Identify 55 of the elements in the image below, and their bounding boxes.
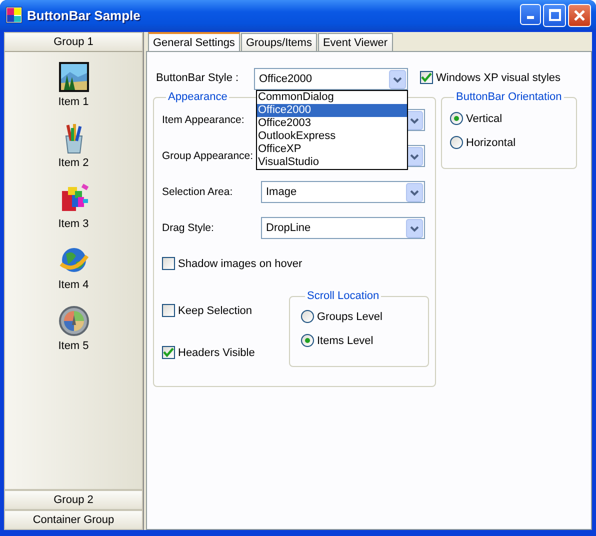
radio-label[interactable]: Groups Level <box>317 310 382 322</box>
group-header[interactable]: Group 1 <box>4 32 143 52</box>
checkbox-label[interactable]: Windows XP visual styles <box>436 72 561 84</box>
radio-label[interactable]: Vertical <box>466 112 502 124</box>
item-label[interactable]: Item 4 <box>58 279 89 291</box>
dropdown-field[interactable]: DropLine <box>261 217 425 239</box>
list-option[interactable]: OutlookExpress <box>257 130 407 143</box>
checkbox-label[interactable]: Keep Selection <box>178 304 252 316</box>
list-option[interactable]: CommonDialog <box>257 91 407 104</box>
field-label: Group Appearance: <box>162 150 254 162</box>
close-button[interactable] <box>568 4 591 26</box>
tab[interactable]: Event Viewer <box>318 33 393 51</box>
dropdown-field[interactable]: Image <box>261 181 425 203</box>
maximize-icon <box>548 9 560 21</box>
list-option[interactable]: Office2000 <box>257 104 407 117</box>
checkmark-icon <box>421 72 432 83</box>
list-option[interactable]: OfficeXP <box>257 143 407 156</box>
app-icon <box>6 7 22 23</box>
checkbox[interactable] <box>162 346 175 359</box>
radio-label[interactable]: Items Level <box>317 334 374 346</box>
checkbox[interactable] <box>162 257 175 270</box>
radio-button[interactable] <box>301 310 314 323</box>
checkbox[interactable] <box>420 71 433 84</box>
group-title: Appearance <box>167 91 228 103</box>
tab[interactable]: General Settings <box>148 32 240 51</box>
item-label[interactable]: Item 5 <box>58 340 89 352</box>
field-label: Drag Style: <box>162 222 215 234</box>
checkbox-label[interactable]: Shadow images on hover <box>178 258 302 270</box>
minimize-button[interactable] <box>520 4 541 24</box>
group-header[interactable]: Group 2 <box>4 490 143 510</box>
checkbox-label[interactable]: Headers Visible <box>178 346 255 358</box>
group-title: ButtonBar Orientation <box>455 91 563 103</box>
landscape-icon[interactable] <box>58 61 90 93</box>
group-title: Scroll Location <box>306 290 380 302</box>
item-label[interactable]: Item 2 <box>58 157 89 169</box>
field-label: Selection Area: <box>162 186 234 198</box>
checkmark-icon <box>163 347 174 358</box>
maximize-button[interactable] <box>543 4 566 26</box>
item-label[interactable]: Item 3 <box>58 218 89 230</box>
item-label[interactable]: Item 1 <box>58 96 89 108</box>
tab[interactable]: Groups/Items <box>240 33 317 51</box>
checkbox[interactable] <box>162 304 175 317</box>
list-option[interactable]: Office2003 <box>257 117 407 130</box>
dial-icon[interactable] <box>58 305 90 337</box>
radio-label[interactable]: Horizontal <box>466 136 516 148</box>
radio-button[interactable] <box>301 334 314 347</box>
list-option[interactable]: VisualStudio <box>257 156 407 169</box>
close-icon <box>574 10 585 20</box>
radio-button[interactable] <box>450 112 463 125</box>
window-title: ButtonBar Sample <box>27 8 142 22</box>
field-label: Item Appearance: <box>162 114 246 126</box>
group-header[interactable]: Container Group <box>4 510 143 530</box>
field-label: ButtonBar Style : <box>155 71 240 84</box>
radio-button[interactable] <box>450 136 463 149</box>
minimize-icon <box>527 16 534 18</box>
